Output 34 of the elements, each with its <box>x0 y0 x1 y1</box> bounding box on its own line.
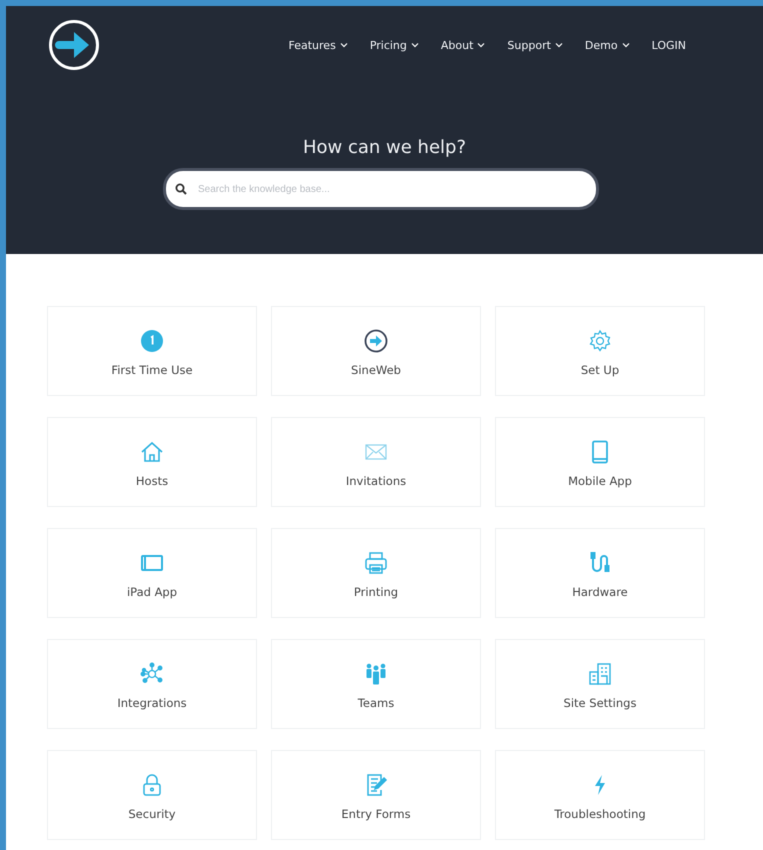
printer-icon <box>364 551 388 575</box>
search-field[interactable]: Search the knowledge base... <box>163 168 599 210</box>
buildings-icon <box>588 662 612 686</box>
network-icon <box>140 662 164 686</box>
category-card[interactable]: Mobile App <box>495 417 705 507</box>
settings-icon <box>588 329 612 353</box>
nav-link[interactable]: Demo <box>574 38 641 52</box>
category-card[interactable]: SineWeb <box>271 306 481 396</box>
cable-icon <box>588 551 612 575</box>
category-card[interactable]: Security <box>47 750 257 840</box>
nav-link[interactable]: Features <box>278 38 359 52</box>
hero-title: How can we help? <box>302 137 466 158</box>
category-card[interactable]: Troubleshooting <box>495 750 705 840</box>
nav-link[interactable]: About <box>430 38 496 52</box>
category-card[interactable]: Site Settings <box>495 639 705 729</box>
category-card[interactable]: Hardware <box>495 528 705 618</box>
category-card[interactable]: Printing <box>271 528 481 618</box>
house-icon <box>140 440 164 464</box>
logo-icon[interactable] <box>48 19 100 71</box>
category-card[interactable]: Set Up <box>495 306 705 396</box>
search-icon <box>175 183 187 195</box>
category-card[interactable]: iPad App <box>47 528 257 618</box>
category-card[interactable]: First Time Use <box>47 306 257 396</box>
category-card[interactable]: Hosts <box>47 417 257 507</box>
nav-link[interactable]: Support <box>496 38 574 52</box>
category-card[interactable]: Entry Forms <box>271 750 481 840</box>
number-one-icon <box>140 329 164 353</box>
category-card[interactable]: Integrations <box>47 639 257 729</box>
category-card[interactable]: Teams <box>271 639 481 729</box>
people-icon <box>364 662 388 686</box>
arrow-circle-icon <box>364 329 388 353</box>
category-card[interactable]: Invitations <box>271 417 481 507</box>
nav-link[interactable]: LOGIN <box>640 38 697 52</box>
nav-link[interactable]: Pricing <box>358 38 430 52</box>
